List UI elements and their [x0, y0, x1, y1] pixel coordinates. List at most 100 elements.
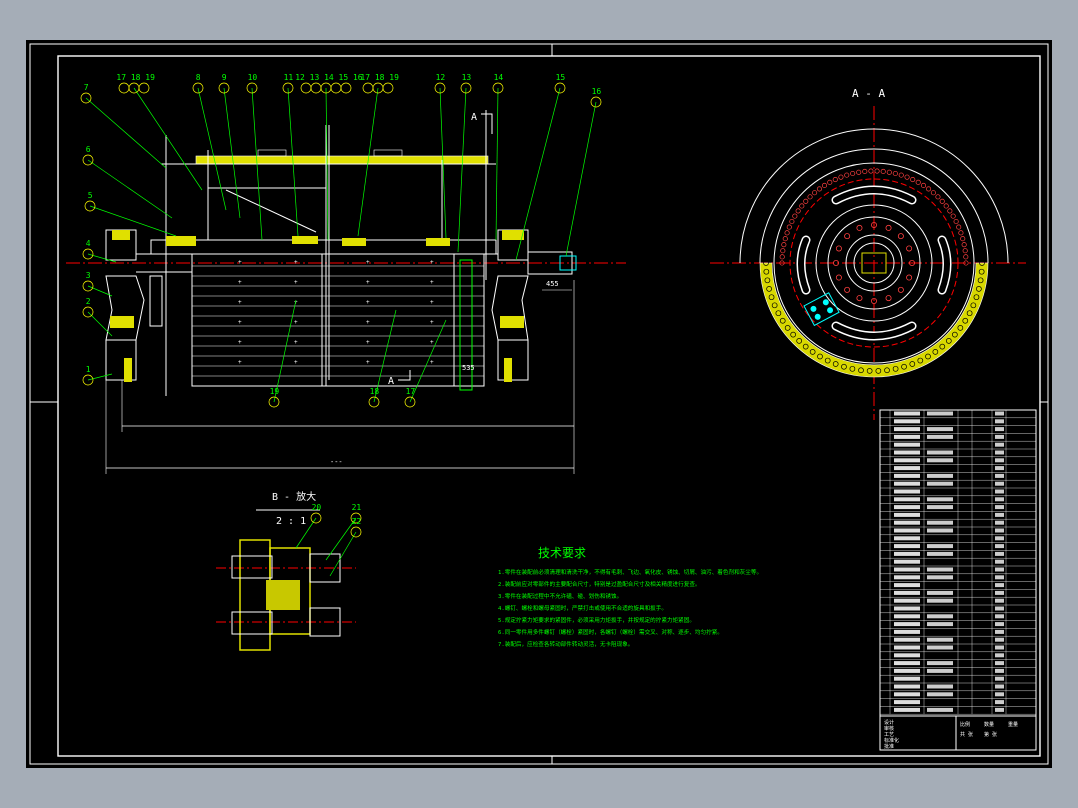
- drum-row-mark: +: [238, 259, 242, 266]
- bom-cell-qty: [995, 427, 1004, 432]
- bolt-hole: [943, 203, 949, 209]
- drawing-sheet: ++++++++++++++++++++++++: [26, 40, 1052, 768]
- section-marker-bottom: A: [388, 376, 394, 387]
- technical-requirements: 技术要求 1.零件在装配前必须清理和清洗干净，不得有毛刺、飞边、氧化皮、锈蚀、切…: [498, 546, 762, 648]
- dim-455: 455: [546, 280, 559, 288]
- bolt-hole: [915, 179, 921, 185]
- bolt-hole: [961, 242, 967, 248]
- bom-cell-qty: [995, 653, 1004, 658]
- dim-total: ---: [330, 458, 343, 466]
- bom-cell-code: [894, 473, 920, 478]
- bom-cell-qty: [995, 536, 1004, 541]
- bom-cell-code: [894, 653, 920, 658]
- detail-callout-label: 20: [312, 503, 322, 512]
- hub-hole: [885, 295, 892, 302]
- top-callout-label: 15: [556, 73, 566, 82]
- bom-cell-qty: [995, 567, 1004, 572]
- bom-cell-code: [894, 536, 920, 541]
- left-callout-leader: [85, 97, 167, 169]
- detail-callout-label: 21: [352, 503, 362, 512]
- detail-callout-label: 22: [352, 517, 362, 526]
- drum-row-mark: +: [430, 279, 434, 286]
- bolt-hole: [838, 174, 844, 180]
- left-callout-leader: [89, 205, 177, 237]
- hub-hole: [835, 274, 842, 281]
- bom-cell-code: [894, 505, 920, 510]
- drum-row-mark: +: [294, 339, 298, 346]
- bom-cell-name: [927, 458, 953, 463]
- bom-cell-qty: [995, 411, 1004, 416]
- top-callout-label: 9: [222, 73, 227, 82]
- bolt-hole: [862, 168, 868, 175]
- detail-title: B - 放大: [272, 490, 316, 503]
- top-callout-label: 13: [462, 73, 472, 82]
- bom-cell-code: [894, 551, 920, 556]
- bom-cell-name: [927, 668, 953, 673]
- bom-cell-code: [894, 520, 920, 525]
- bom-cell-name: [927, 637, 953, 642]
- bom-cell-code: [894, 419, 920, 424]
- drum-row-mark: +: [430, 359, 434, 366]
- bom-cell-qty: [995, 559, 1004, 564]
- left-callout-label: 5: [88, 191, 93, 200]
- detail-b-view: B - 放大 2 : 1 20 21 22: [216, 490, 362, 651]
- bom-cell-code: [894, 512, 920, 517]
- clamp-1: [166, 236, 196, 246]
- bill-of-materials: 设计审核工艺标准化批准比例 数量 重量共 张第 张: [879, 409, 1037, 751]
- drum-row-mark: +: [294, 359, 298, 366]
- brace: [225, 189, 317, 233]
- bolt-hole: [935, 194, 941, 200]
- bolt-hole: [821, 182, 828, 189]
- bom-cell-qty: [995, 684, 1004, 689]
- clamp-2: [292, 236, 318, 244]
- bom-cell-code: [894, 700, 920, 705]
- top-callout-label: 8: [196, 73, 201, 82]
- drum-row-mark: +: [294, 319, 298, 326]
- drum-row-mark: +: [366, 339, 370, 346]
- top-callout-balloon: [382, 82, 394, 94]
- left-flange: [105, 229, 192, 382]
- hub-hole: [856, 295, 863, 302]
- bom-cell-code: [894, 661, 920, 666]
- bolt-hole: [784, 230, 790, 236]
- left-callout-leader: [87, 159, 173, 219]
- cad-drawing: ++++++++++++++++++++++++: [29, 43, 1049, 765]
- bolt-hole: [963, 254, 969, 260]
- top-callout-balloon: [330, 82, 342, 94]
- top-cable-2: [373, 149, 403, 157]
- bom-cell-name: [927, 497, 953, 502]
- top-callout-label: 11: [284, 73, 294, 82]
- top-callout-leader: [565, 101, 597, 257]
- top-callout-balloon: [300, 82, 312, 94]
- bom-cell-name: [927, 434, 953, 439]
- bom-cell-name: [927, 450, 953, 455]
- dim-side: 535: [462, 364, 475, 372]
- tech-req-line: 1.零件在装配前必须清理和清洗干净，不得有毛刺、飞边、氧化皮、锈蚀、切屑、油污、…: [498, 568, 762, 576]
- bom-cell-name: [927, 684, 953, 689]
- bom-cell-qty: [995, 512, 1004, 517]
- top-callouts: 17 18 19 8 9 10 11 12 13 14 15 1617 18 19 12 13…: [116, 73, 602, 261]
- top-callout-balloon: [118, 82, 130, 94]
- detail-scale: 2 : 1: [276, 516, 306, 527]
- bolt-hole: [832, 176, 838, 183]
- top-callout-label: 12: [436, 73, 446, 82]
- tech-req-line: 2.装配前应对零部件的主要配合尺寸，特别是过盈配合尺寸及相关精度进行复查。: [498, 580, 701, 588]
- drum-row-mark: +: [294, 259, 298, 266]
- bolt-hole: [799, 203, 805, 209]
- bom-cell-code: [894, 583, 920, 588]
- title-block-label: 设计: [884, 719, 894, 726]
- bom-cell-code: [894, 606, 920, 611]
- bom-cell-qty: [995, 450, 1004, 455]
- drum-row-mark: +: [238, 339, 242, 346]
- left-callout-leader: [87, 253, 117, 263]
- hub-hole: [885, 224, 892, 231]
- bolt-hole: [947, 208, 953, 214]
- bom-cell-name: [927, 411, 953, 416]
- top-callout-label: 16: [592, 87, 602, 96]
- top-callout-balloon: [310, 82, 322, 94]
- bolt-hole: [780, 248, 786, 254]
- title-block-field: 数量: [984, 721, 994, 728]
- drum-row-mark: +: [366, 279, 370, 286]
- top-callout-balloon: [138, 82, 150, 94]
- left-callout-label: 6: [86, 145, 91, 154]
